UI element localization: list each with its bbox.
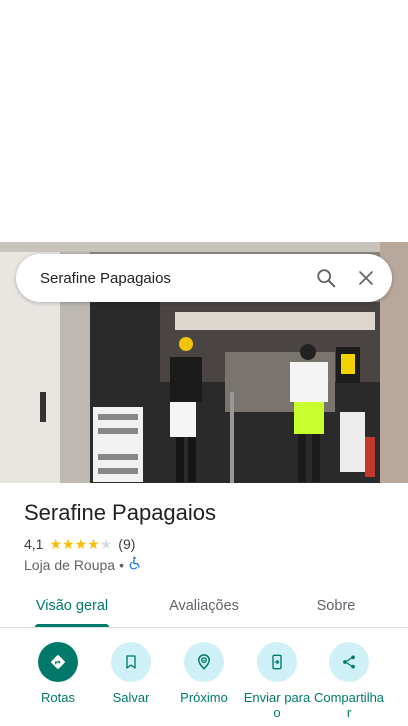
search-input[interactable]: Serafine Papagaios xyxy=(40,270,306,287)
separator: • xyxy=(119,556,124,573)
share-label: Compartilhar xyxy=(313,690,385,720)
share-icon xyxy=(329,642,369,682)
star-icon: ★ xyxy=(62,536,75,552)
action-bar: Rotas Salvar Próximo Enviar para o Compa… xyxy=(0,642,408,726)
directions-label: Rotas xyxy=(41,690,75,705)
nearby-button[interactable]: Próximo xyxy=(164,642,244,705)
save-label: Salvar xyxy=(112,690,150,705)
star-icon: ★ xyxy=(74,536,88,552)
place-category: Loja de Roupa xyxy=(24,556,116,573)
search-icon[interactable] xyxy=(306,258,346,298)
place-title: Serafine Papagaios xyxy=(24,500,217,525)
nearby-label: Próximo xyxy=(180,690,228,705)
rating-row[interactable]: 4,1 ★ ★ ★ ★ ★ (9) xyxy=(24,536,135,552)
save-button[interactable]: Salvar xyxy=(91,642,171,705)
active-tab-indicator xyxy=(35,624,109,627)
star-icon: ★ xyxy=(87,536,100,552)
tab-about[interactable]: Sobre xyxy=(284,584,388,628)
star-icon: ★ xyxy=(99,536,113,552)
tab-reviews[interactable]: Avaliações xyxy=(152,584,256,628)
star-icon: ★ xyxy=(49,536,63,552)
rating-value: 4,1 xyxy=(24,536,44,552)
directions-button[interactable]: Rotas xyxy=(18,642,98,705)
tab-overview[interactable]: Visão geral xyxy=(20,584,124,628)
send-to-phone-button[interactable]: Enviar para o xyxy=(237,642,317,720)
star-rating: ★ ★ ★ ★ ★ xyxy=(49,537,112,551)
bookmark-icon xyxy=(111,642,151,682)
wheelchair-icon xyxy=(128,556,142,573)
category-row: Loja de Roupa • xyxy=(24,556,142,573)
tab-bar: Visão geral Avaliações Sobre xyxy=(0,584,408,628)
close-icon[interactable] xyxy=(346,258,386,298)
review-count[interactable]: (9) xyxy=(118,536,135,552)
send-to-phone-label: Enviar para o xyxy=(243,690,311,720)
search-bar[interactable]: Serafine Papagaios xyxy=(16,254,392,302)
directions-icon xyxy=(38,642,78,682)
nearby-icon xyxy=(184,642,224,682)
share-button[interactable]: Compartilhar xyxy=(309,642,389,720)
send-to-phone-icon xyxy=(257,642,297,682)
